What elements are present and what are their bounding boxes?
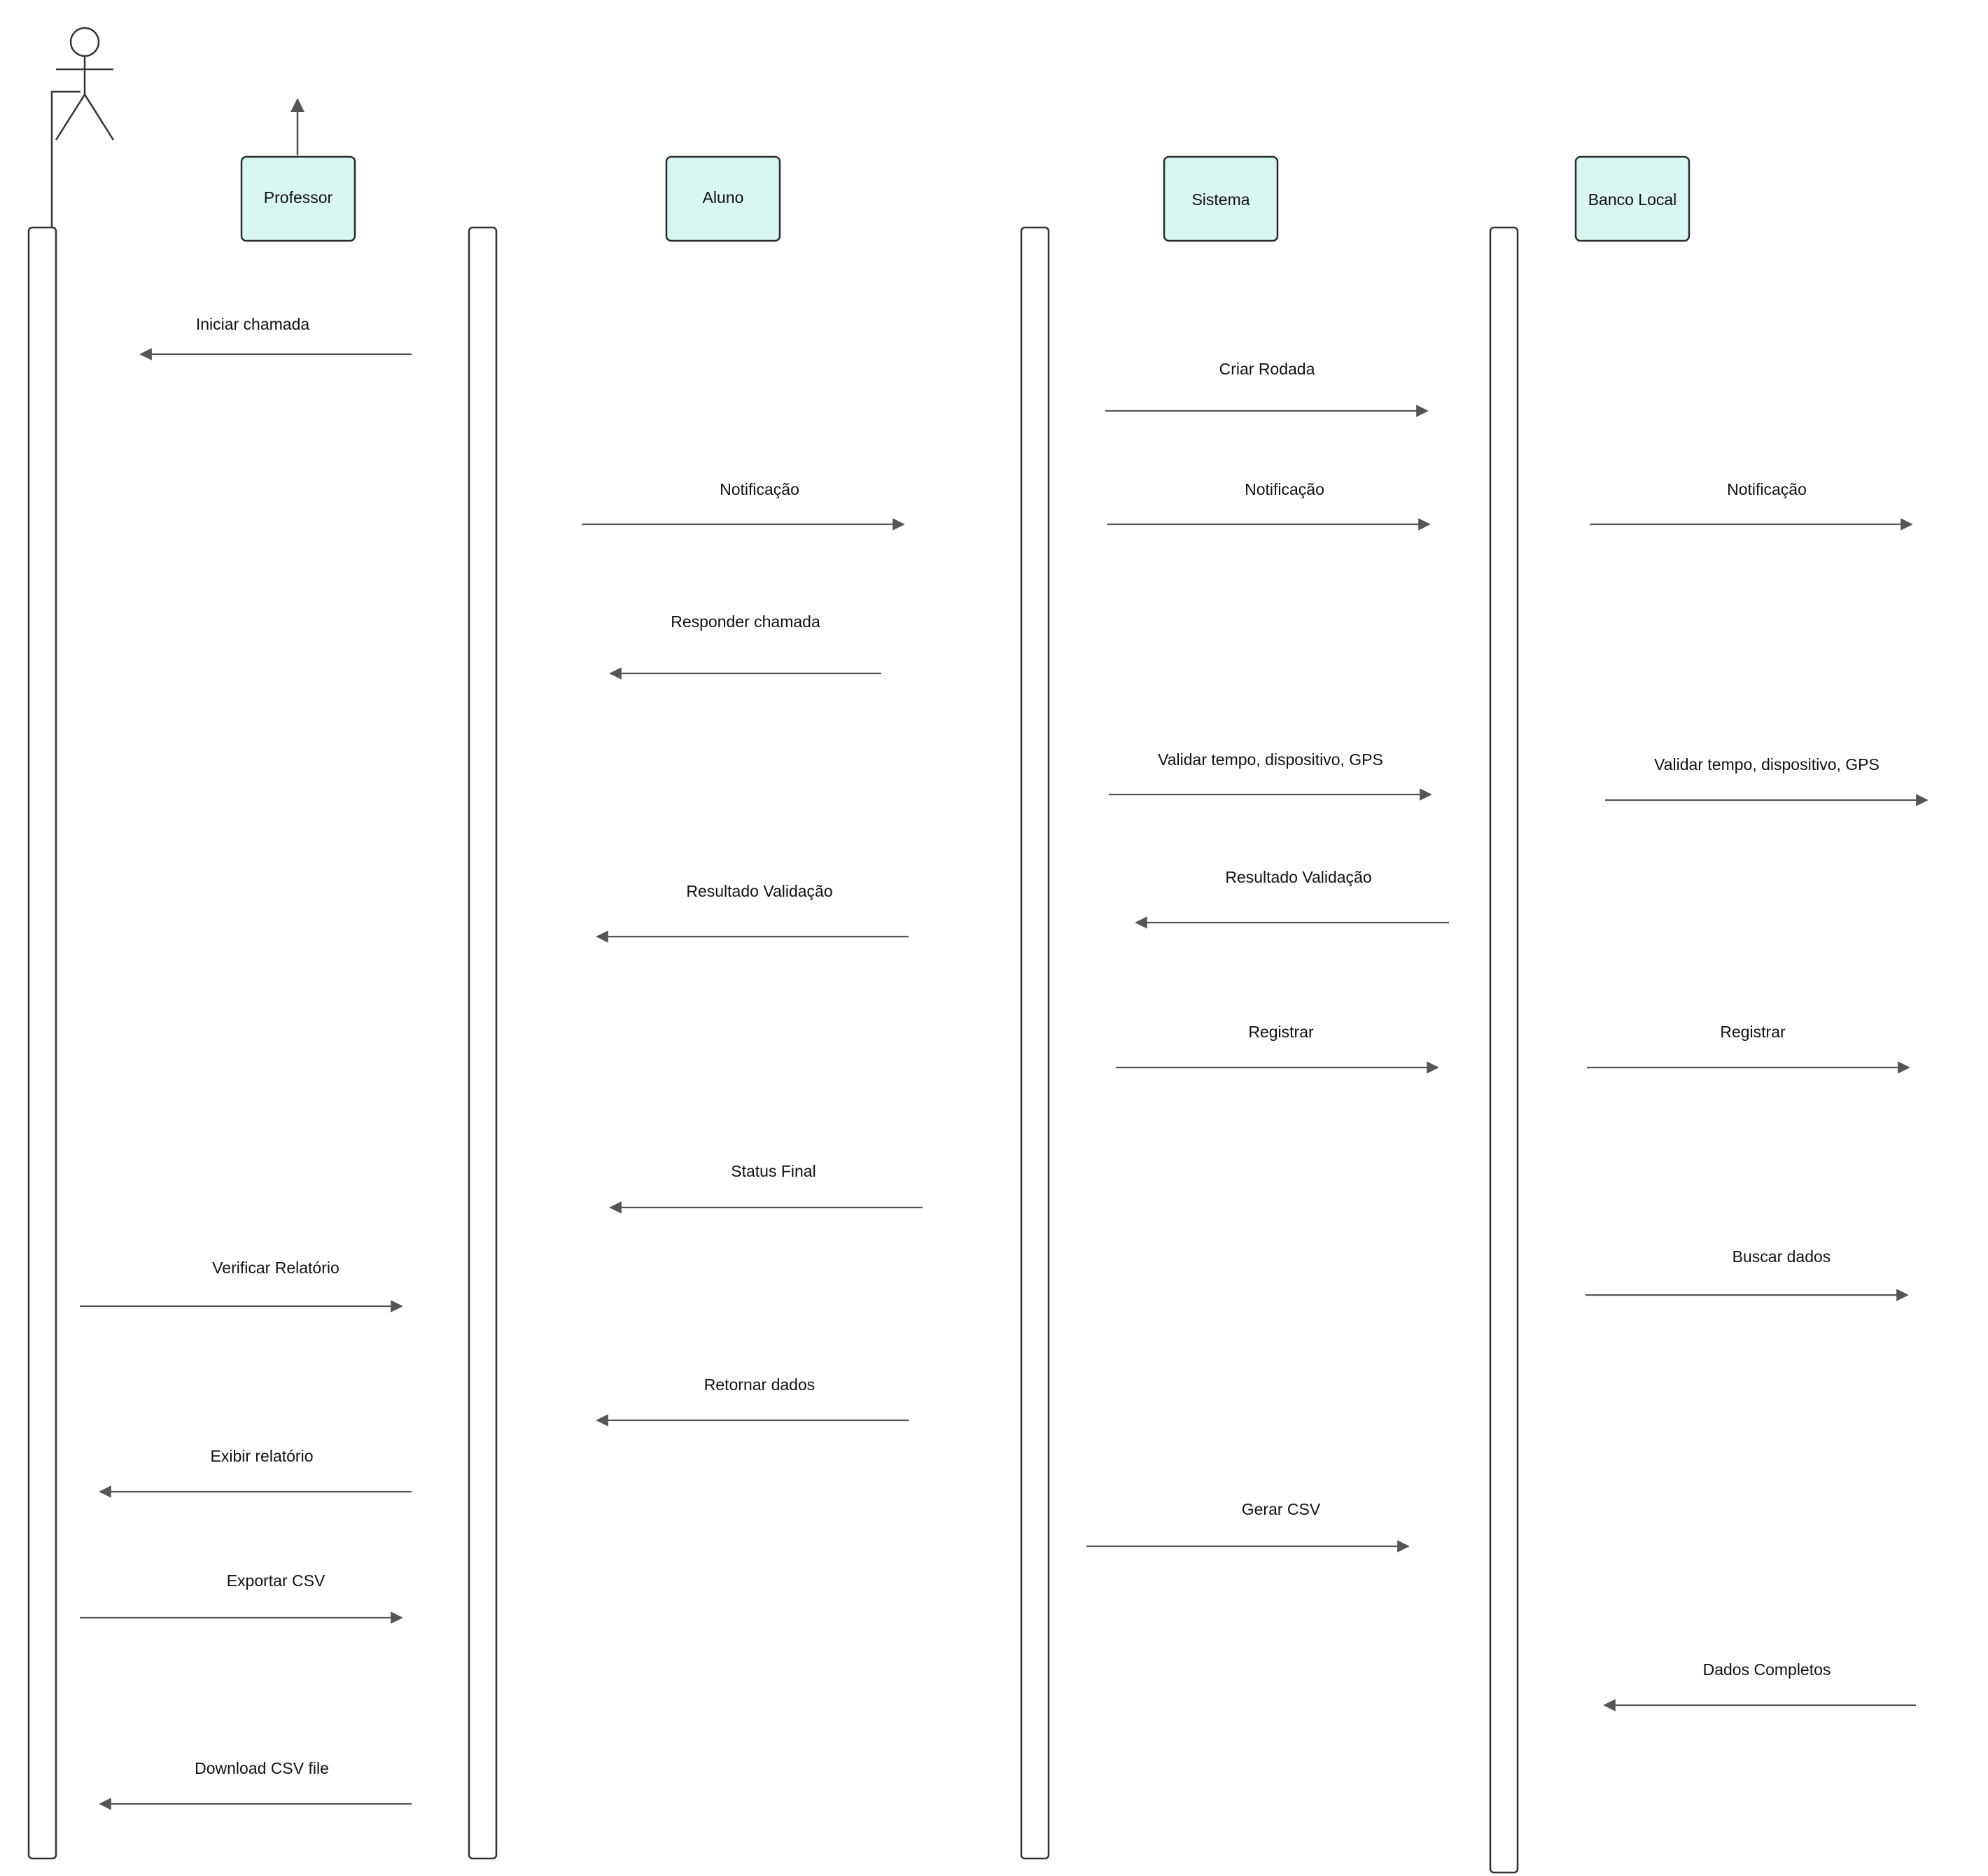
message-buscar-dados: Buscar dados bbox=[1586, 1247, 1909, 1301]
message-label: Retornar dados bbox=[704, 1376, 816, 1394]
message-responder-chamada: Responder chamada bbox=[609, 612, 881, 680]
message-registrar: Registrar bbox=[1587, 1023, 1910, 1074]
message-label: Resultado Validação bbox=[1225, 868, 1371, 886]
message-label: Resultado Validação bbox=[686, 882, 832, 900]
lifeline-bar bbox=[1020, 226, 1050, 1860]
message-label: Validar tempo, dispositivo, GPS bbox=[1158, 750, 1383, 769]
message-validar: Validar tempo, dispositivo, GPS bbox=[1605, 755, 1928, 806]
message-notificacao: Notificação bbox=[1107, 480, 1431, 531]
message-label: Validar tempo, dispositivo, GPS bbox=[1654, 755, 1879, 774]
participant-aluno: Aluno bbox=[665, 155, 781, 242]
message-exibir-relatorio: Exibir relatório bbox=[99, 1447, 412, 1498]
participant-label: Aluno bbox=[703, 188, 744, 206]
lifeline-bar bbox=[1489, 226, 1519, 1874]
message-gerar-csv: Gerar CSV bbox=[1086, 1500, 1410, 1553]
participant-sistema: Sistema bbox=[1163, 155, 1279, 242]
stick-figure-actor-icon bbox=[50, 27, 115, 227]
message-notificacao: Notificação bbox=[582, 480, 905, 531]
message-verificar-relatorio: Verificar Relatório bbox=[80, 1259, 403, 1312]
participant-label: Professor bbox=[264, 188, 333, 206]
lifelines bbox=[27, 226, 1519, 1874]
message-label: Registrar bbox=[1720, 1023, 1786, 1041]
message-label: Verificar Relatório bbox=[212, 1259, 340, 1277]
message-iniciar-chamada: Iniciar chamada bbox=[139, 315, 412, 360]
message-exportar-csv: Exportar CSV bbox=[80, 1572, 403, 1624]
message-dados-completos: Dados Completos bbox=[1603, 1660, 1916, 1712]
message-validar: Validar tempo, dispositivo, GPS bbox=[1109, 750, 1432, 801]
message-label: Dados Completos bbox=[1703, 1660, 1831, 1679]
message-label: Iniciar chamada bbox=[196, 315, 310, 333]
message-label: Registrar bbox=[1248, 1023, 1314, 1041]
participant-label: Sistema bbox=[1191, 190, 1250, 209]
message-label: Exportar CSV bbox=[227, 1572, 326, 1590]
lifeline-bar bbox=[468, 226, 498, 1860]
message-resultado-validacao: Resultado Validação bbox=[1135, 868, 1449, 929]
message-notificacao: Notificação bbox=[1590, 480, 1913, 531]
message-resultado-validacao: Resultado Validação bbox=[596, 882, 909, 943]
message-criar-rodada: Criar Rodada bbox=[1105, 360, 1429, 417]
message-label: Exibir relatório bbox=[211, 1447, 314, 1465]
message-label: Notificação bbox=[720, 480, 799, 498]
message-status-final: Status Final bbox=[609, 1162, 923, 1214]
message-label: Status Final bbox=[731, 1162, 816, 1180]
message-label: Buscar dados bbox=[1732, 1247, 1831, 1266]
message-label: Notificação bbox=[1727, 480, 1807, 498]
message-download-csv-file: Download CSV file bbox=[99, 1759, 412, 1810]
lifeline-bar bbox=[27, 226, 57, 1860]
participant-label: Banco Local bbox=[1588, 190, 1677, 209]
participant-professor: Professor bbox=[240, 155, 356, 242]
message-label: Notificação bbox=[1245, 480, 1324, 498]
participant-banco-local: Banco Local bbox=[1574, 155, 1690, 242]
message-registrar: Registrar bbox=[1116, 1023, 1439, 1074]
message-label: Gerar CSV bbox=[1242, 1500, 1321, 1518]
sequence-diagram: Professor Aluno Sistema Banco Local Inic… bbox=[27, 27, 1928, 1874]
message-retornar-dados: Retornar dados bbox=[596, 1376, 909, 1427]
message-label: Criar Rodada bbox=[1219, 360, 1315, 378]
message-label: Responder chamada bbox=[671, 612, 820, 631]
message-label: Download CSV file bbox=[195, 1759, 329, 1777]
